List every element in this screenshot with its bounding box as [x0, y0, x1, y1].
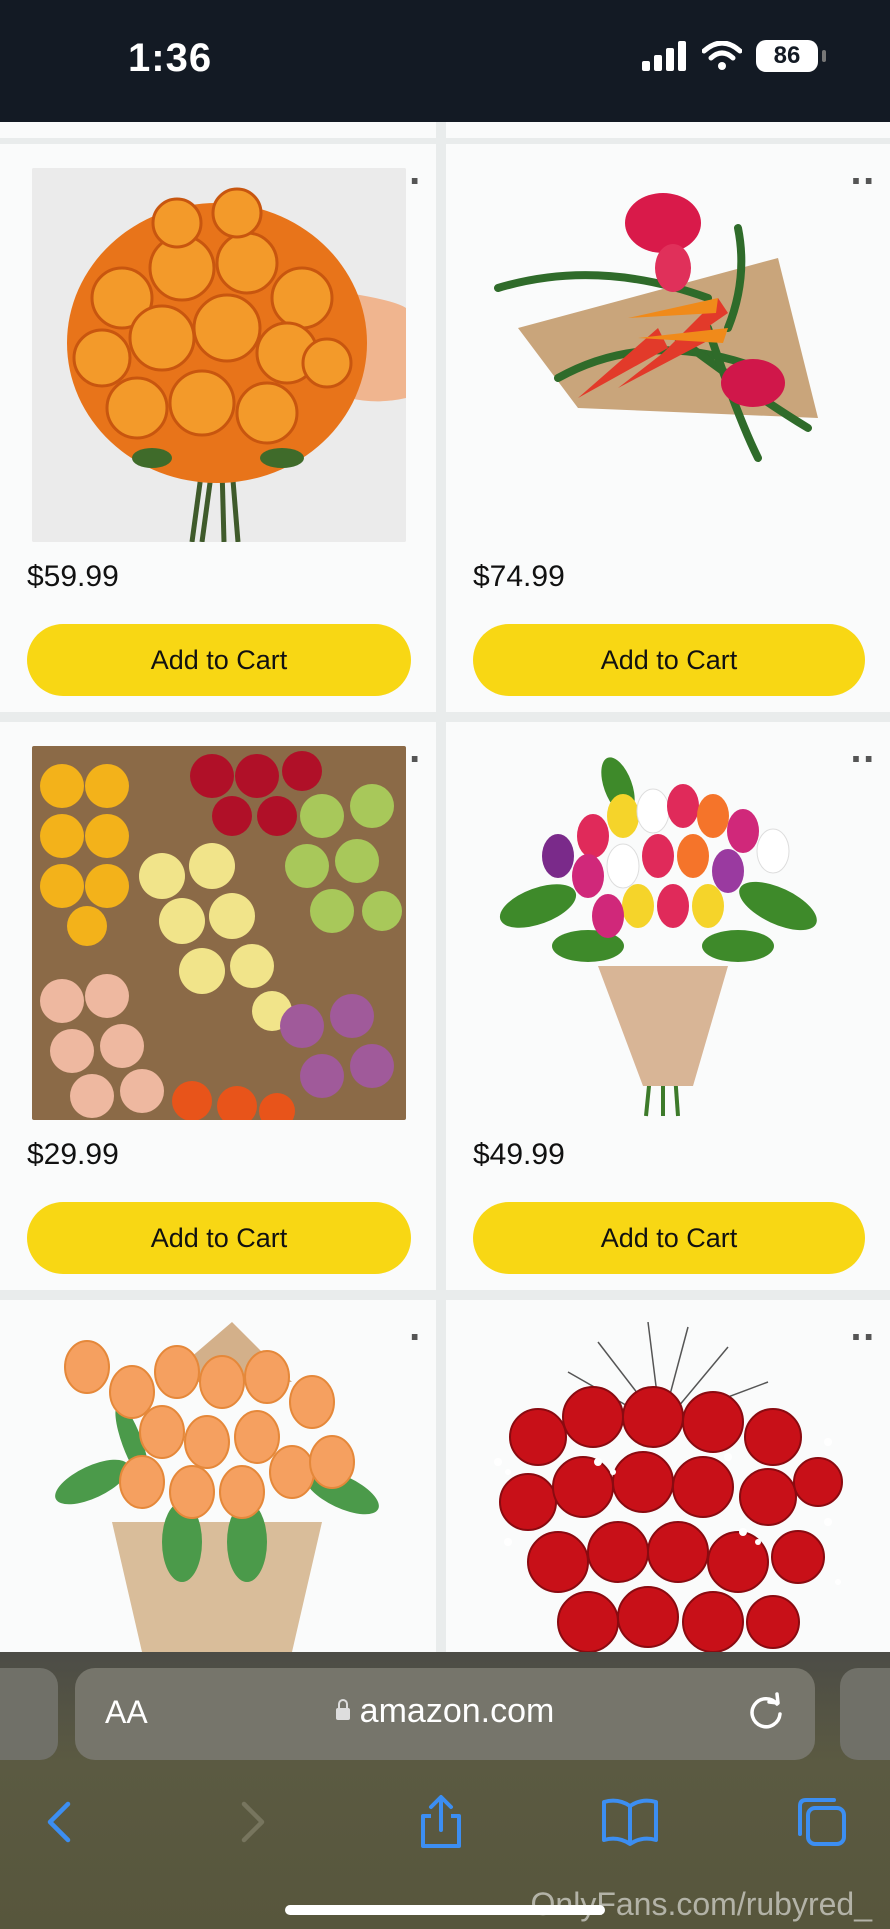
forward-icon[interactable] [222, 1792, 282, 1852]
url-text: amazon.com [359, 1692, 555, 1730]
browser-toolbar: AA amazon.com OnlyFans.com/rubyred_ [0, 1652, 890, 1929]
previous-row-edge [0, 122, 890, 144]
previous-tab-preview[interactable] [0, 1668, 58, 1760]
status-icons: 86 [642, 40, 826, 72]
browser-nav-toolbar [0, 1792, 890, 1872]
status-bar: 1:36 86 [0, 0, 890, 122]
product-price: $49.99 [473, 1138, 565, 1171]
bookmarks-icon[interactable] [600, 1792, 660, 1852]
product-card[interactable]: … $74.99 Add to Cart [446, 144, 890, 712]
wifi-icon [702, 41, 742, 70]
status-time: 1:36 [128, 36, 213, 80]
product-card[interactable]: … [446, 1300, 890, 1652]
home-indicator[interactable] [285, 1905, 605, 1915]
product-image-mixed-tulips[interactable] [478, 746, 852, 1120]
product-card[interactable]: … [446, 722, 890, 1290]
share-icon[interactable] [411, 1792, 471, 1852]
product-grid: … $ [0, 122, 890, 1652]
back-icon[interactable] [30, 1792, 90, 1852]
next-tab-preview[interactable] [840, 1668, 890, 1760]
product-price: $29.99 [27, 1138, 119, 1171]
product-image-tropical-flowers[interactable] [478, 168, 852, 542]
lock-icon [335, 1699, 350, 1720]
add-to-cart-button[interactable]: Add to Cart [27, 624, 411, 696]
product-image-orange-roses[interactable] [32, 168, 406, 542]
signal-icon [642, 41, 686, 71]
product-price: $59.99 [27, 560, 119, 593]
tabs-icon[interactable] [792, 1792, 852, 1852]
battery-icon: 86 [756, 40, 826, 72]
address-bar[interactable]: AA amazon.com [75, 1668, 815, 1760]
add-to-cart-button[interactable]: Add to Cart [473, 1202, 865, 1274]
product-card[interactable]: … $29.99 Add to Cart [0, 722, 436, 1290]
product-image-assorted-roses[interactable] [32, 746, 406, 1120]
product-card[interactable]: … $ [0, 144, 436, 712]
add-to-cart-button[interactable]: Add to Cart [473, 624, 865, 696]
reload-icon[interactable] [743, 1690, 789, 1736]
product-card[interactable]: … [0, 1300, 436, 1652]
product-image-red-roses[interactable] [478, 1322, 852, 1652]
product-image-orange-tulips[interactable] [32, 1322, 406, 1652]
url-display: amazon.com [75, 1692, 815, 1731]
add-to-cart-button[interactable]: Add to Cart [27, 1202, 411, 1274]
product-price: $74.99 [473, 560, 565, 593]
